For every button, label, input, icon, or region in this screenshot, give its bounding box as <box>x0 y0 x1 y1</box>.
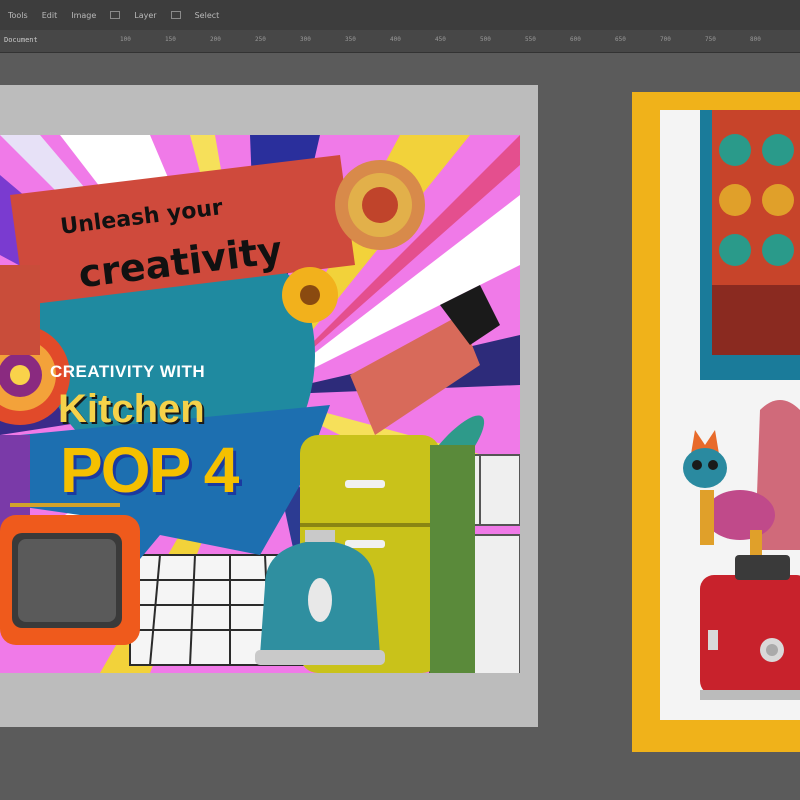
menu-item-edit[interactable]: Edit <box>42 11 58 20</box>
collage-artwork[interactable]: Unleash your creativity CREATIVITY WITH … <box>0 135 520 673</box>
artboard-right[interactable] <box>632 92 800 752</box>
ruler-tick: 650 <box>615 36 626 43</box>
menu-item-layer[interactable]: Layer <box>134 11 156 20</box>
brush-tool-icon[interactable] <box>170 11 181 19</box>
toaster <box>700 555 800 700</box>
ruler-tick: 400 <box>390 36 401 43</box>
right-artwork[interactable] <box>660 110 800 720</box>
document-label: Document <box>4 36 38 44</box>
ruler-tick: 450 <box>435 36 446 43</box>
menu-item-select[interactable]: Select <box>195 11 220 20</box>
title-pop: POP 4 <box>60 434 239 506</box>
ruler-ticks: 100 150 200 250 300 350 400 450 500 550 600 650 700 7… <box>120 30 800 52</box>
ruler-tick: 200 <box>210 36 221 43</box>
ruler-tick: 350 <box>345 36 356 43</box>
ruler-tick: 100 <box>120 36 131 43</box>
ruler-bar: Document 100 150 200 250 300 350 400 450 500 550 6… <box>0 30 800 53</box>
ruler-tick: 800 <box>750 36 761 43</box>
ruler-tick: 700 <box>660 36 671 43</box>
ruler-tick: 300 <box>300 36 311 43</box>
retro-tv <box>0 503 140 645</box>
menu-item-image[interactable]: Image <box>71 11 96 20</box>
subtitle-text: CREATIVITY WITH <box>50 362 206 381</box>
ruler-tick: 500 <box>480 36 491 43</box>
menu-item-tools[interactable]: Tools <box>8 11 28 20</box>
ruler-tick: 750 <box>705 36 716 43</box>
ruler-tick: 250 <box>255 36 266 43</box>
artboard-left[interactable]: Unleash your creativity CREATIVITY WITH … <box>0 85 538 727</box>
ruler-tick: 550 <box>525 36 536 43</box>
menu-bar: Tools Edit Image Layer Select <box>0 0 800 30</box>
ruler-tick: 150 <box>165 36 176 43</box>
right-collage-graphic <box>683 110 800 700</box>
ruler-tick: 600 <box>570 36 581 43</box>
title-kitchen: Kitchen <box>58 387 205 431</box>
move-tool-icon[interactable] <box>110 11 121 19</box>
